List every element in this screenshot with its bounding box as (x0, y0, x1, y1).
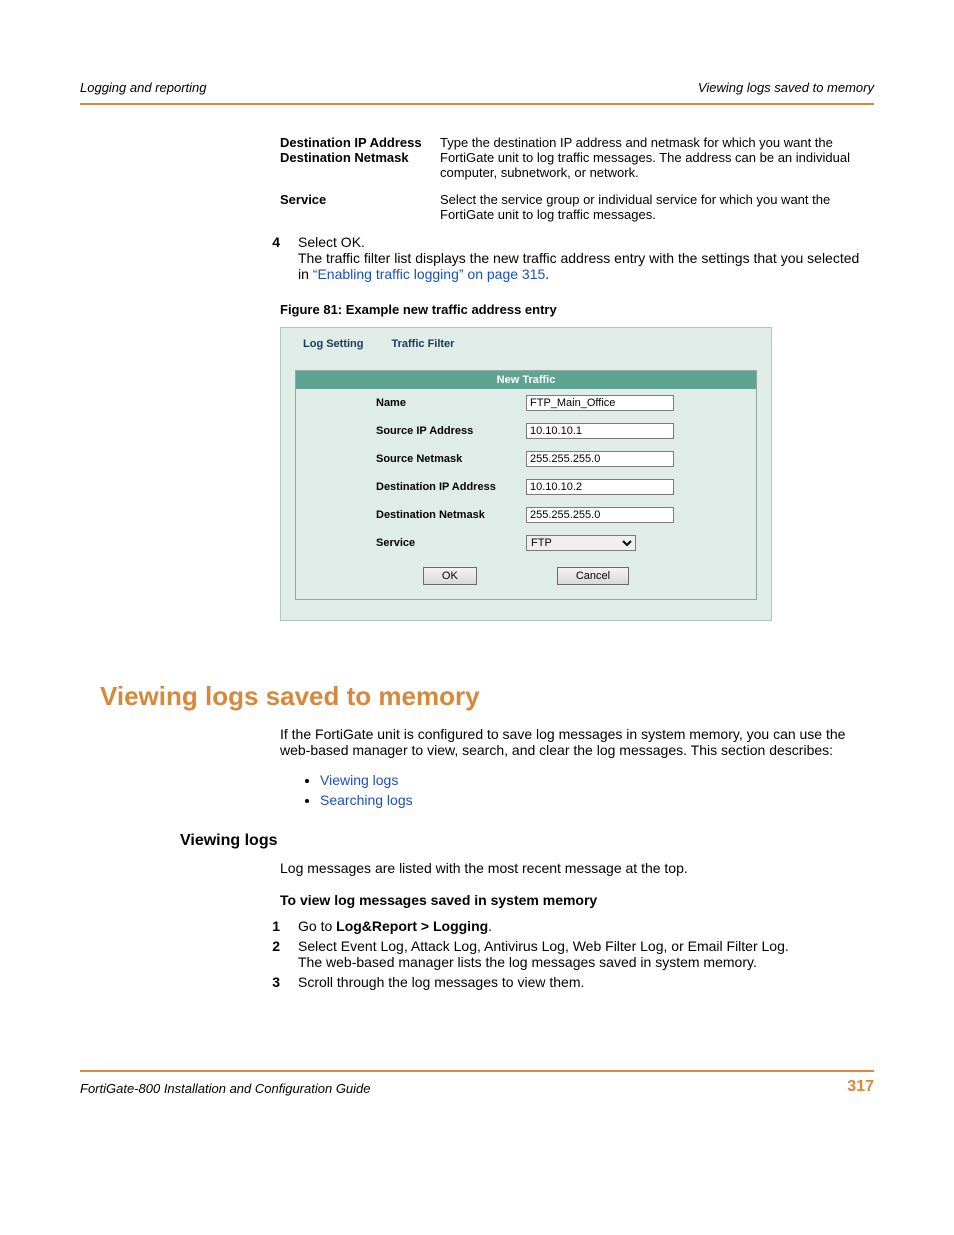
step-4-block: 4 Select OK. The traffic filter list dis… (250, 234, 874, 282)
proc-step-1: Go to Log&Report > Logging. (298, 918, 874, 934)
def-term-dest: Destination IP Address Destination Netma… (280, 135, 440, 180)
label-service: Service (376, 537, 526, 549)
definition-table: Destination IP Address Destination Netma… (280, 135, 874, 222)
step4-line1: Select OK. (298, 234, 874, 250)
ok-button[interactable]: OK (423, 567, 477, 585)
def-term-dest-ip: Destination IP Address (280, 135, 440, 150)
input-dest-netmask[interactable] (526, 507, 674, 523)
section-heading: Viewing logs saved to memory (100, 681, 874, 712)
input-dest-ip[interactable] (526, 479, 674, 495)
label-source-netmask: Source Netmask (376, 453, 526, 465)
procedure-steps: 1 Go to Log&Report > Logging. 2 Select E… (250, 918, 874, 990)
footer-title: FortiGate-800 Installation and Configura… (80, 1081, 371, 1096)
header-rule (80, 103, 874, 105)
section-bullet-list: Viewing logs Searching logs (280, 772, 874, 808)
cancel-button[interactable]: Cancel (557, 567, 629, 585)
def-desc-dest: Type the destination IP address and netm… (440, 135, 874, 180)
label-name: Name (376, 397, 526, 409)
tab-log-setting[interactable]: Log Setting (289, 334, 378, 356)
select-service[interactable]: FTP (526, 535, 636, 551)
figure-caption: Figure 81: Example new traffic address e… (280, 302, 874, 317)
input-name[interactable] (526, 395, 674, 411)
def-desc-service: Select the service group or individual s… (440, 192, 874, 222)
section-intro: If the FortiGate unit is configured to s… (280, 726, 874, 758)
header-right: Viewing logs saved to memory (698, 80, 874, 95)
def-term-dest-netmask: Destination Netmask (280, 150, 440, 165)
input-source-netmask[interactable] (526, 451, 674, 467)
link-viewing-logs[interactable]: Viewing logs (320, 772, 398, 788)
label-dest-ip: Destination IP Address (376, 481, 526, 493)
step-number: 1 (250, 918, 298, 934)
proc-step-3: Scroll through the log messages to view … (298, 974, 874, 990)
tab-traffic-filter[interactable]: Traffic Filter (378, 334, 469, 356)
step4-line2: The traffic filter list displays the new… (298, 250, 874, 282)
link-searching-logs[interactable]: Searching logs (320, 792, 413, 808)
subsection-heading: Viewing logs (180, 832, 874, 850)
page-footer: FortiGate-800 Installation and Configura… (80, 1070, 874, 1096)
proc-step-2: Select Event Log, Attack Log, Antivirus … (298, 938, 874, 970)
def-term-service: Service (280, 192, 440, 222)
new-traffic-panel: New Traffic Name Source IP Address Sourc… (295, 370, 757, 600)
running-header: Logging and reporting Viewing logs saved… (80, 80, 874, 95)
label-dest-netmask: Destination Netmask (376, 509, 526, 521)
label-source-ip: Source IP Address (376, 425, 526, 437)
tab-bar: Log Setting Traffic Filter (281, 328, 771, 356)
figure-screenshot: Log Setting Traffic Filter New Traffic N… (280, 327, 772, 621)
header-left: Logging and reporting (80, 80, 207, 95)
procedure-title: To view log messages saved in system mem… (280, 892, 874, 908)
link-enabling-traffic-logging[interactable]: “Enabling traffic logging” on page 315 (313, 266, 545, 282)
step-number: 3 (250, 974, 298, 990)
page-number: 317 (847, 1078, 874, 1096)
subsection-body: Log messages are listed with the most re… (280, 860, 874, 876)
panel-title: New Traffic (296, 371, 756, 389)
input-source-ip[interactable] (526, 423, 674, 439)
step-number: 2 (250, 938, 298, 970)
step-number: 4 (250, 234, 298, 282)
